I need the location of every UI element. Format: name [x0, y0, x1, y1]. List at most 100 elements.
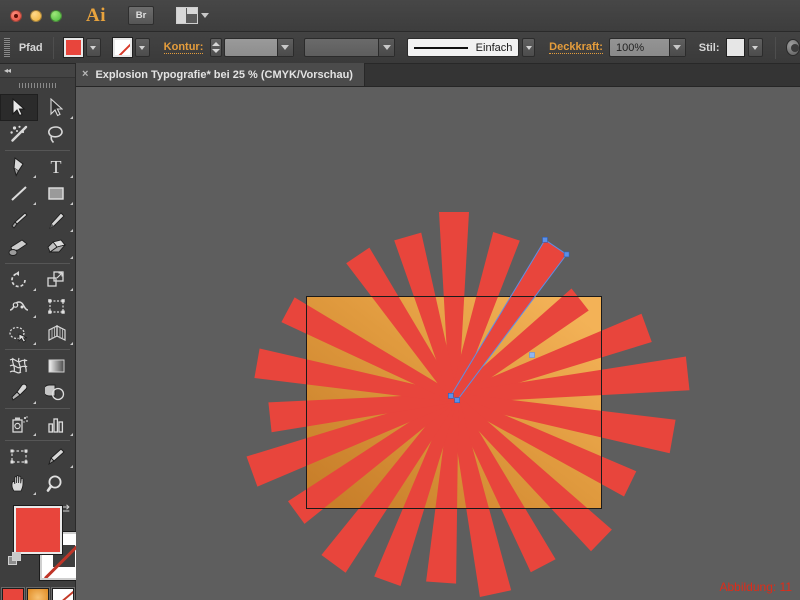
color-mode-button[interactable] [2, 588, 24, 600]
paintbrush-tool[interactable] [0, 207, 38, 234]
brush-definition-combo[interactable]: Einfach [407, 38, 519, 57]
type-tool[interactable]: T [38, 153, 76, 180]
collapse-panel-icon[interactable]: ◂◂ [4, 66, 10, 75]
fill-stroke-controls: ⇄ [0, 502, 75, 586]
tool-flyout-indicator-icon [33, 433, 36, 436]
stroke-color-control[interactable] [113, 38, 150, 57]
blob-brush-tool[interactable] [0, 234, 38, 261]
scale-tool[interactable] [38, 266, 76, 293]
line-segment-tool[interactable] [0, 180, 38, 207]
magic-wand-tool[interactable] [0, 121, 38, 148]
stroke-weight-combo[interactable] [224, 38, 294, 57]
default-fill-stroke-icon[interactable] [8, 552, 22, 566]
tool-divider [5, 263, 70, 264]
tool-divider [5, 150, 70, 151]
symbol-sprayer-tool[interactable] [0, 411, 38, 438]
tool-flyout-indicator-icon [33, 202, 36, 205]
hand-tool[interactable] [0, 470, 38, 497]
graphic-style-swatch[interactable] [726, 38, 745, 57]
pencil-tool[interactable] [38, 207, 76, 234]
chevron-down-icon[interactable] [212, 49, 220, 53]
column-graph-tool[interactable] [38, 411, 76, 438]
divider [53, 37, 54, 59]
arrange-documents-icon [176, 7, 198, 24]
rotate-tool[interactable] [0, 266, 38, 293]
opacity-combo[interactable]: 100% [609, 38, 686, 57]
arrange-documents-button[interactable] [176, 7, 209, 24]
mesh-tool[interactable] [0, 352, 38, 379]
tool-flyout-indicator-icon [33, 492, 36, 495]
document-tab-title: Explosion Typografie* bei 25 % (CMYK/Vor… [95, 69, 353, 81]
chevron-down-icon [201, 13, 209, 18]
close-icon[interactable]: × [82, 69, 88, 80]
stroke-panel-link[interactable]: Kontur: [164, 41, 204, 54]
tools-panel-grip[interactable] [0, 80, 75, 91]
chevron-down-icon [673, 45, 681, 50]
tool-flyout-indicator-icon [70, 433, 73, 436]
gradient-tool[interactable] [38, 352, 76, 379]
graphic-style-control[interactable] [726, 38, 763, 57]
opacity-arrow[interactable] [669, 39, 685, 56]
stroke-profile-combo[interactable] [304, 38, 396, 57]
stroke-swatch-none[interactable] [113, 38, 132, 57]
brush-stroke-preview-icon [414, 47, 467, 49]
chevron-down-icon [383, 45, 391, 50]
go-to-bridge-button[interactable]: Br [128, 6, 154, 25]
control-bar: Pfad Kontur: Einfach Deckkraft: [0, 32, 800, 64]
document-tab[interactable]: × Explosion Typografie* bei 25 % (CMYK/V… [76, 63, 365, 86]
opacity-panel-link[interactable]: Deckkraft: [549, 41, 603, 54]
illustrator-window: Ai Br Pfad Kontur: [0, 0, 800, 600]
brush-definition-dropdown[interactable] [522, 38, 535, 57]
tools-panel-header[interactable]: ◂◂ [0, 64, 75, 78]
direct-selection-tool[interactable] [38, 94, 76, 121]
tool-flyout-indicator-icon [70, 465, 73, 468]
width-tool[interactable] [0, 293, 38, 320]
pen-tool[interactable] [0, 153, 38, 180]
tool-flyout-indicator-icon [33, 342, 36, 345]
chevron-up-icon[interactable] [212, 42, 220, 46]
selection-tool[interactable] [0, 94, 38, 121]
stroke-profile-arrow[interactable] [378, 39, 394, 56]
free-transform-tool[interactable] [38, 293, 76, 320]
illustrator-logo-icon: Ai [86, 5, 106, 27]
fill-swatch-dropdown[interactable] [86, 38, 101, 57]
eraser-tool[interactable] [38, 234, 76, 261]
none-mode-button[interactable] [52, 588, 74, 600]
maximize-window-button[interactable] [50, 10, 62, 22]
gradient-mode-button[interactable] [27, 588, 49, 600]
slice-tool[interactable] [38, 443, 76, 470]
fill-color-box[interactable] [14, 506, 62, 554]
tool-divider [5, 440, 70, 441]
tool-flyout-indicator-icon [70, 342, 73, 345]
tool-flyout-indicator-icon [33, 401, 36, 404]
shape-builder-tool[interactable] [0, 320, 38, 347]
control-bar-grip[interactable] [4, 38, 10, 57]
artwork [76, 87, 800, 600]
paint-mode-swatches [0, 588, 75, 600]
tool-flyout-indicator-icon [70, 229, 73, 232]
stroke-weight-stepper[interactable] [210, 38, 221, 57]
tool-flyout-indicator-icon [70, 116, 73, 119]
perspective-grid-tool[interactable] [38, 320, 76, 347]
window-controls [10, 10, 62, 22]
document-canvas[interactable]: Abbildung: 11 [76, 87, 800, 600]
chevron-down-icon [139, 46, 145, 50]
artboard-tool[interactable] [0, 443, 38, 470]
graphic-style-dropdown[interactable] [748, 38, 763, 57]
tool-flyout-indicator-icon [33, 315, 36, 318]
eyedropper-tool[interactable] [0, 379, 38, 406]
control-bar-options-icon[interactable] [786, 39, 800, 56]
title-bar: Ai Br [0, 0, 800, 32]
stroke-swatch-dropdown[interactable] [135, 38, 150, 57]
rectangle-tool[interactable] [38, 180, 76, 207]
minimize-window-button[interactable] [30, 10, 42, 22]
blend-tool[interactable] [38, 379, 76, 406]
stroke-weight-arrow[interactable] [277, 39, 293, 56]
fill-color-control[interactable] [64, 38, 101, 57]
divider [775, 37, 776, 59]
close-window-button[interactable] [10, 10, 22, 22]
tool-flyout-indicator-icon [70, 202, 73, 205]
zoom-tool[interactable] [38, 470, 76, 497]
lasso-tool[interactable] [38, 121, 76, 148]
fill-swatch[interactable] [64, 38, 83, 57]
